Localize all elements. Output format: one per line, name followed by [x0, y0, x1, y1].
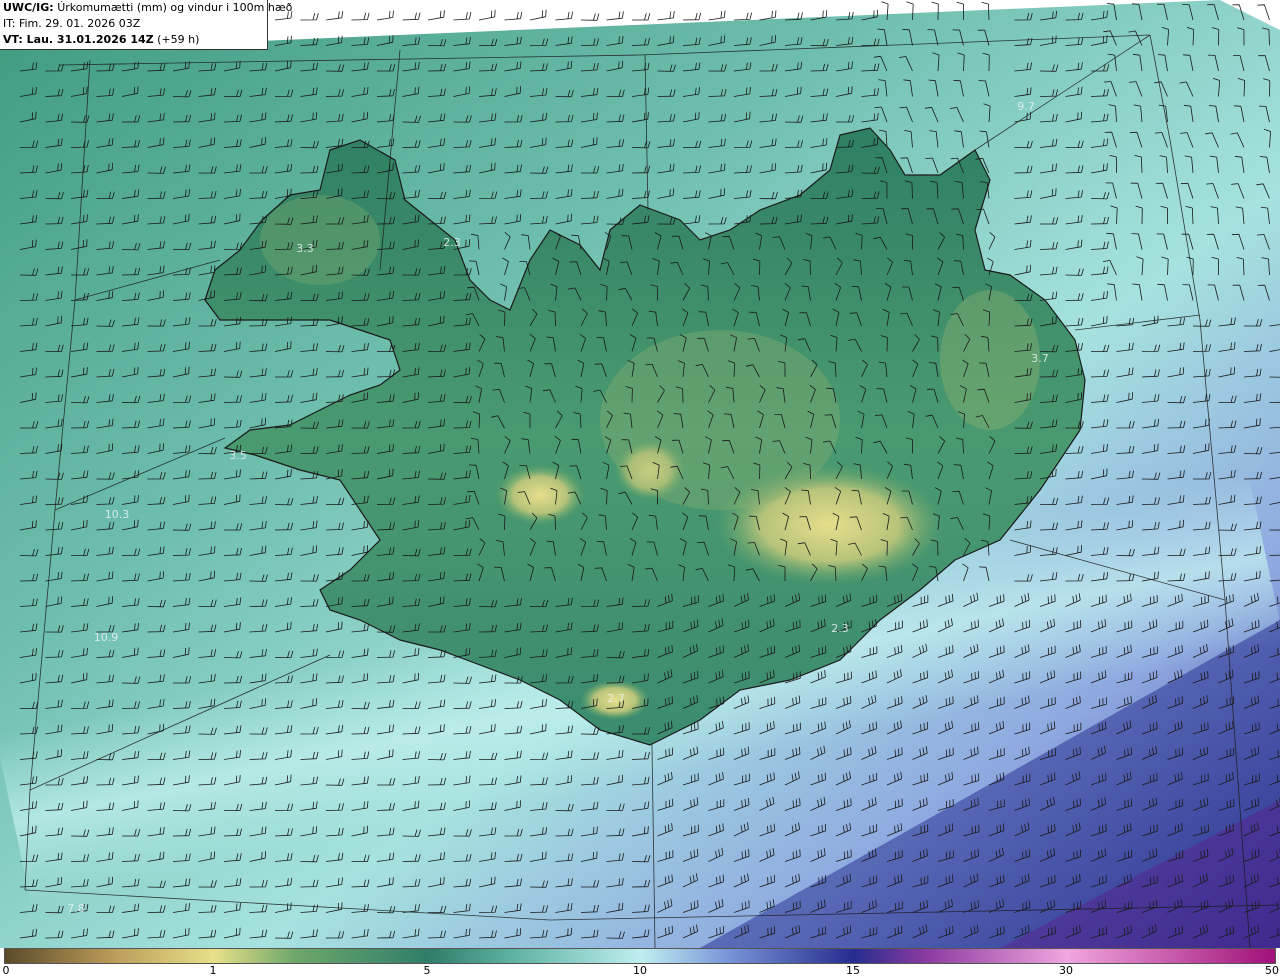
colorbar-tick-label: 10 — [633, 964, 647, 977]
wind-barb — [529, 9, 547, 21]
westfjords-highland — [260, 195, 380, 285]
wind-barb — [733, 12, 752, 21]
colorbar: 0 1 5 10 15 30 50 — [0, 948, 1280, 978]
value-northwest-coast: 2.3 — [443, 236, 461, 249]
langjokull-glacier — [495, 465, 585, 525]
colorbar-tick-label: 5 — [423, 964, 431, 977]
central-highland — [600, 330, 840, 510]
value-east: 3.7 — [1031, 352, 1049, 365]
map-header: UWC/IG: Úrkomumætti (mm) og vindur i 100… — [0, 0, 292, 50]
colorbar-tick-label: 1 — [209, 964, 217, 977]
value-myrdalsjokull: 2.7 — [607, 692, 625, 705]
lead-time: (+59 h) — [157, 33, 200, 46]
wind-barb — [300, 12, 319, 21]
colorbar-tick-label: 50 — [1265, 964, 1279, 977]
wind-barb — [351, 12, 370, 21]
wind-barb — [632, 13, 651, 21]
wind-barb — [427, 10, 445, 21]
northeast-highland — [940, 290, 1040, 430]
wind-barb — [478, 9, 496, 21]
value-vatnajokull-south: 2.3 — [831, 622, 849, 635]
wind-barb — [759, 10, 777, 21]
wind-barb — [580, 13, 600, 21]
wind-barb — [376, 10, 394, 21]
wind-barb — [708, 10, 726, 21]
init-time: IT: Fim. 29. 01. 2026 03Z — [3, 17, 141, 30]
colorbar-strip — [4, 948, 1276, 964]
model-prefix: UWC/IG: — [3, 1, 54, 14]
value-northeast-sea: 9.7 — [1017, 100, 1035, 113]
colorbar-tick-label: 0 — [2, 964, 10, 977]
title-row: UWC/IG: Úrkomumætti (mm) og vindur i 100… — [3, 0, 292, 16]
colorbar-tick-label: 30 — [1059, 964, 1073, 977]
wind-barb — [453, 12, 472, 21]
valid-time: VT: Lau. 31.01.2026 14Z — [3, 33, 154, 46]
forecast-map: 3.3 2.3 9.7 3.7 3.5 10.3 10.9 2.3 2.7 7.8 UWC/IG:… — [0, 0, 1280, 949]
value-bottom-left: 7.8 — [67, 902, 85, 915]
wind-barb — [325, 10, 344, 21]
value-westfjords: 3.3 — [296, 242, 314, 255]
wind-barb — [402, 12, 421, 21]
wind-barb — [504, 11, 523, 21]
wind-barb — [606, 11, 624, 21]
valid-time-row: VT: Lau. 31.01.2026 14Z (+59 h) — [3, 32, 267, 48]
value-snaefellsnes: 3.5 — [229, 449, 247, 462]
map-canvas: 3.3 2.3 9.7 3.7 3.5 10.3 10.9 2.3 2.7 7.8 — [0, 0, 1280, 949]
value-west-sea: 10.3 — [105, 508, 130, 521]
wind-barb — [555, 11, 573, 21]
colorbar-tick-label: 15 — [846, 964, 860, 977]
wind-barb — [657, 10, 675, 21]
map-title: Úrkomumætti (mm) og vindur i 100m hæð — [57, 1, 293, 14]
wind-barb — [682, 12, 702, 21]
value-southwest-sea: 10.9 — [94, 631, 119, 644]
